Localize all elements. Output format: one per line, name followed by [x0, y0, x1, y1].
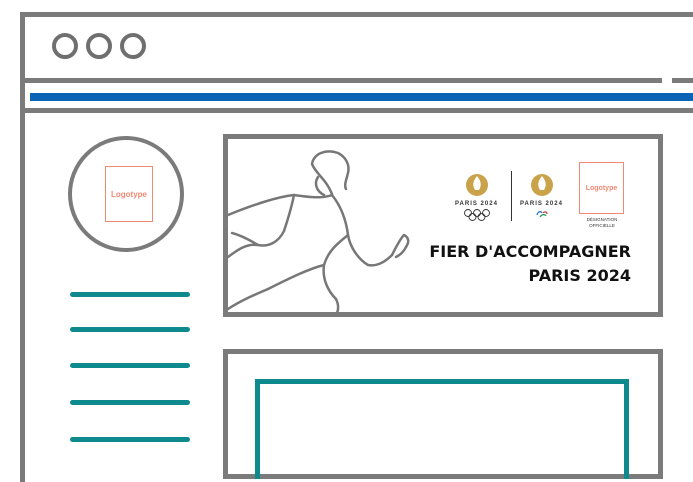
- site-logo[interactable]: Logotype: [105, 166, 153, 222]
- olympic-rings-icon: [464, 209, 490, 221]
- olympic-flame-emblem: [466, 174, 488, 196]
- logo-divider: [511, 171, 512, 221]
- olympic-wordmark: PARIS 2024: [455, 201, 498, 207]
- nav-item-placeholder[interactable]: [70, 327, 190, 332]
- nav-item-placeholder[interactable]: [70, 400, 190, 405]
- header-blue-bar: [30, 93, 693, 101]
- paralympic-wordmark: PARIS 2024: [520, 201, 563, 207]
- header-divider: [25, 108, 693, 113]
- official-designation: DÉSIGNATION OFFICIELLE: [586, 217, 618, 228]
- partner-logo-label: Logotype: [585, 184, 618, 192]
- nav-item-placeholder[interactable]: [70, 363, 190, 368]
- window-control-dot[interactable]: [120, 33, 146, 59]
- banner-slogan-line1: FIER D'ACCOMPAGNER: [429, 242, 631, 261]
- paralympic-flame-emblem: [531, 174, 553, 196]
- window-controls: [52, 33, 146, 59]
- toolbar-divider: [25, 78, 662, 83]
- runner-illustration: [228, 150, 410, 312]
- banner-slogan-line2: PARIS 2024: [528, 266, 631, 285]
- nav-item-placeholder[interactable]: [70, 292, 190, 297]
- nav-item-placeholder[interactable]: [70, 437, 190, 442]
- window-control-dot[interactable]: [86, 33, 112, 59]
- content-card-placeholder[interactable]: [255, 379, 629, 479]
- agitos-icon: [536, 211, 548, 218]
- partner-logo[interactable]: Logotype: [579, 162, 624, 214]
- site-logo-label: Logotype: [111, 189, 147, 199]
- window-control-dot[interactable]: [52, 33, 78, 59]
- toolbar-divider-end: [672, 78, 693, 83]
